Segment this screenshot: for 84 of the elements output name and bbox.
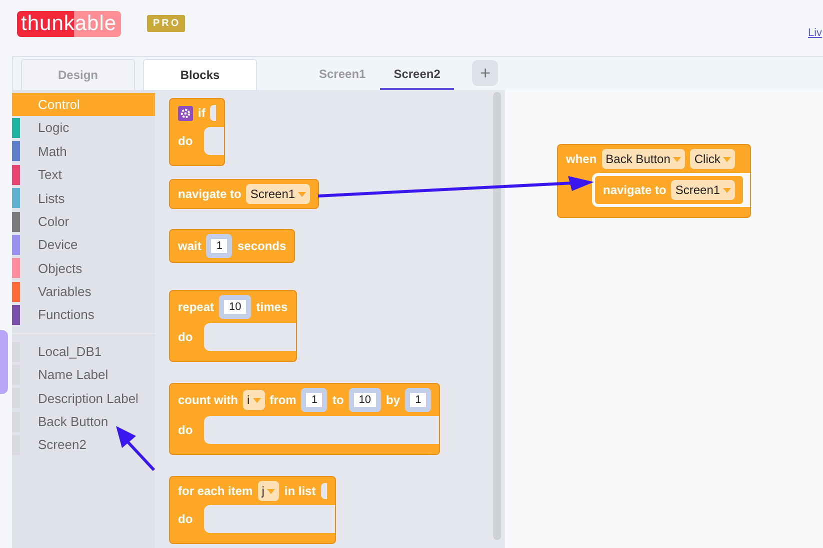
code-block[interactable]: repeat 10 times do [169, 290, 297, 362]
category-item[interactable]: Device [38, 235, 78, 255]
category-row[interactable]: Lists [12, 186, 155, 210]
logo[interactable]: thunkable [17, 11, 121, 37]
statement-slot [204, 127, 224, 155]
caret-icon [252, 398, 261, 402]
number-field[interactable]: 10 [219, 295, 252, 319]
block-label: when [566, 151, 597, 168]
category-item[interactable]: Name Label [38, 365, 108, 385]
category-item[interactable]: Variables [38, 282, 92, 302]
block-label: by [386, 392, 400, 409]
code-block[interactable]: wait 1 seconds [169, 229, 296, 263]
category-row[interactable]: Color [12, 210, 155, 234]
category-item[interactable]: Logic [38, 118, 70, 138]
block-label: do [178, 133, 193, 150]
block-label: in list [284, 483, 316, 500]
code-block[interactable]: for each item j in list do [169, 476, 336, 544]
block-label: repeat [178, 299, 214, 316]
block-label: times [256, 299, 288, 316]
block-label: seconds [237, 238, 286, 255]
category-row[interactable]: Back Button [12, 410, 155, 434]
category-row[interactable]: Device [12, 233, 155, 257]
code-block[interactable]: when Back Button Click navigate to Screen1 [557, 144, 752, 218]
number-field[interactable]: 10 [348, 388, 382, 412]
category-row[interactable]: Objects [12, 256, 155, 280]
category-item[interactable]: Text [38, 165, 62, 185]
category-item[interactable]: Back Button [38, 412, 108, 432]
caret-icon [723, 188, 732, 192]
editor-tab[interactable]: Design [21, 59, 135, 90]
block-label: navigate to [178, 186, 242, 203]
category-row[interactable]: Local_DB1 [12, 340, 155, 364]
number-field[interactable]: 1 [206, 234, 232, 258]
block-label: do [178, 511, 193, 528]
code-block[interactable]: navigate to Screen1 [594, 175, 744, 205]
number-field[interactable]: 1 [301, 388, 328, 412]
category-item[interactable]: Objects [38, 258, 82, 278]
category-item[interactable]: Local_DB1 [38, 342, 102, 362]
block-label: if [198, 105, 206, 122]
expand-handle[interactable] [0, 330, 8, 394]
category-item[interactable]: Lists [38, 188, 65, 208]
block-label: do [178, 422, 193, 439]
category-row[interactable]: Functions [12, 304, 155, 327]
input-socket [210, 105, 216, 121]
block-label: wait [178, 238, 202, 255]
category-row[interactable]: Text [12, 163, 155, 187]
category-item[interactable]: Description Label [38, 388, 138, 408]
gear-icon [178, 106, 193, 120]
category-row[interactable]: Math [12, 140, 155, 164]
category-item[interactable]: Color [38, 212, 70, 232]
dropdown[interactable]: j [258, 481, 280, 501]
code-block[interactable]: count with i from 1 to 10 by 1 do [169, 383, 440, 455]
dropdown[interactable]: Back Button [602, 149, 686, 169]
block-label: from [270, 392, 296, 409]
add-screen-button[interactable]: + [472, 60, 498, 86]
arrow [114, 424, 156, 472]
dropdown[interactable]: Screen1 [246, 184, 310, 204]
category-item[interactable]: Math [38, 142, 67, 162]
category-row[interactable]: Logic [12, 116, 155, 140]
input-socket [320, 483, 327, 499]
dropdown[interactable]: Click [690, 149, 736, 169]
dropdown[interactable]: i [243, 390, 265, 410]
number-field[interactable]: 1 [405, 388, 432, 412]
block-label: to [332, 392, 344, 409]
pro-badge: PRO [147, 15, 185, 32]
caret-icon [673, 156, 682, 162]
caret-icon [267, 488, 276, 494]
live-link[interactable]: Liv [808, 25, 822, 42]
screen-tab[interactable]: Screen1 [305, 59, 380, 90]
block-label: count with [178, 392, 238, 409]
category-row[interactable]: Variables [12, 280, 155, 304]
caret-icon [723, 156, 732, 162]
block-label: do [178, 329, 193, 346]
editor-tab[interactable]: Blocks [143, 59, 257, 90]
caret-icon [298, 192, 306, 196]
dropdown[interactable]: Screen1 [671, 180, 736, 200]
category-row[interactable]: Description Label [12, 386, 155, 410]
scrollbar[interactable] [493, 92, 501, 540]
block-label: navigate to [603, 182, 666, 199]
block-label: for each item [178, 483, 253, 500]
category-item[interactable]: Screen2 [38, 435, 86, 455]
category-item[interactable]: Functions [38, 305, 94, 325]
category-row[interactable]: Name Label [12, 363, 155, 387]
code-block[interactable]: navigate to Screen1 [169, 179, 320, 209]
category-row[interactable]: Screen2 [12, 433, 155, 457]
